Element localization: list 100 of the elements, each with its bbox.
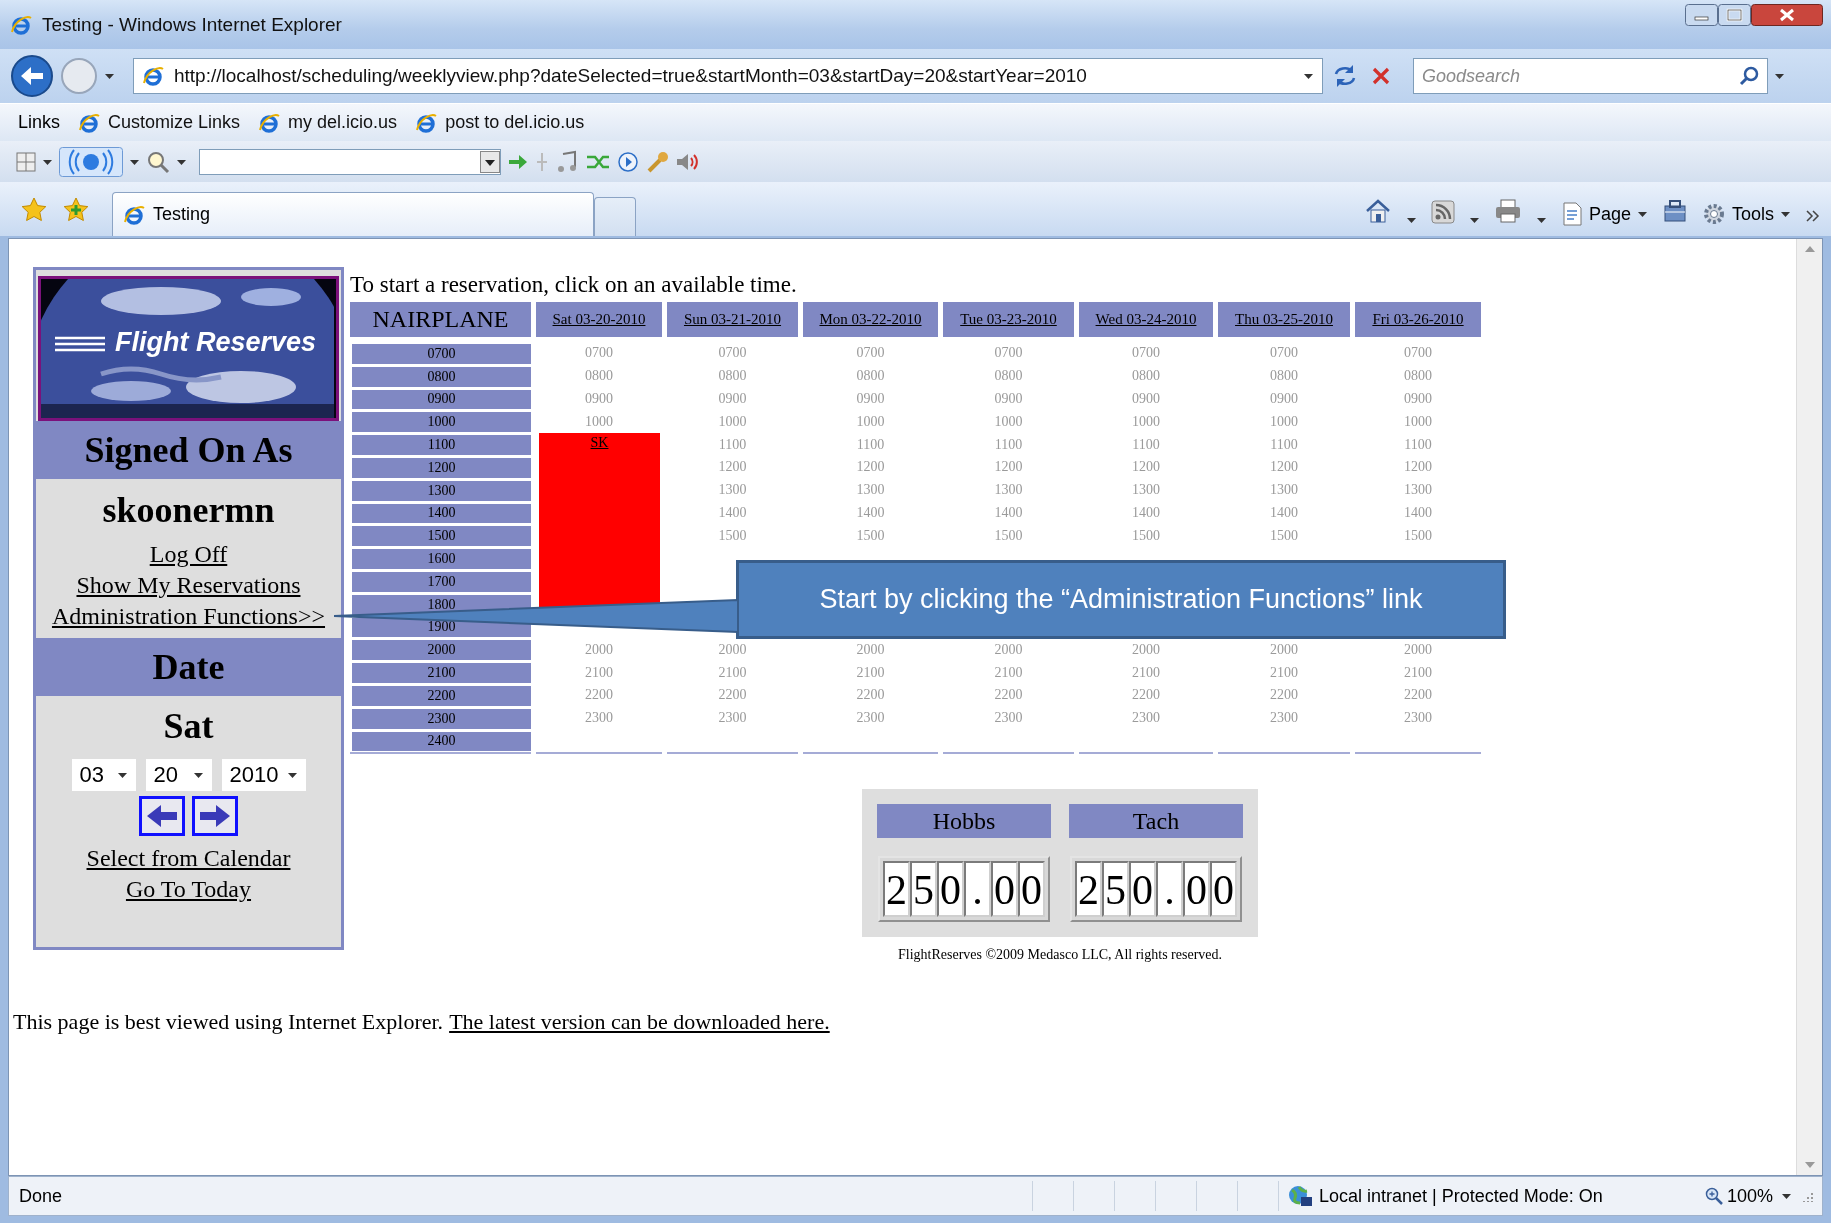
scrollbar[interactable] xyxy=(1796,239,1822,1175)
time-slot[interactable]: 2000 xyxy=(585,641,613,658)
time-slot[interactable]: 1400 xyxy=(1132,504,1160,521)
star-icon[interactable] xyxy=(20,196,48,224)
time-slot[interactable]: 1500 xyxy=(856,527,885,544)
time-slot[interactable]: 2300 xyxy=(1404,710,1432,727)
caret-icon[interactable] xyxy=(1405,216,1417,224)
caret-icon[interactable] xyxy=(104,72,115,80)
time-slot[interactable]: 0800 xyxy=(1270,368,1298,385)
time-slot[interactable]: 2200 xyxy=(856,687,885,704)
dropdown-field[interactable] xyxy=(199,148,501,175)
next-button[interactable] xyxy=(192,796,238,836)
time-slot[interactable]: 1400 xyxy=(856,504,885,521)
time-slot[interactable]: 0800 xyxy=(856,368,885,385)
search-field[interactable]: Goodsearch xyxy=(1422,62,1739,90)
time-slot[interactable]: 1400 xyxy=(718,504,747,521)
time-slot[interactable]: 1400 xyxy=(994,504,1023,521)
time-slot[interactable]: 2000 xyxy=(718,641,747,658)
time-slot[interactable]: 0900 xyxy=(994,391,1023,407)
time-slot[interactable]: 2100 xyxy=(585,664,613,681)
menu-button[interactable]: Page xyxy=(1560,202,1648,226)
dropdown[interactable]: 2010 xyxy=(221,759,306,791)
tab[interactable]: Testing xyxy=(112,192,594,236)
reservation-link[interactable]: SK xyxy=(590,435,609,452)
time-slot[interactable]: 0900 xyxy=(856,391,885,407)
time-slot[interactable]: 0900 xyxy=(1404,391,1432,407)
time-slot[interactable]: 0700 xyxy=(1270,345,1298,362)
day-link[interactable]: Sun 03-21-2010 xyxy=(683,311,782,328)
time-slot[interactable]: 2200 xyxy=(1270,687,1298,704)
time-slot[interactable]: 2300 xyxy=(856,710,885,727)
caret-icon[interactable] xyxy=(1781,1192,1792,1200)
toolbox-icon[interactable] xyxy=(1661,198,1688,224)
time-slot[interactable]: 2000 xyxy=(856,641,885,658)
time-slot[interactable]: 1200 xyxy=(856,459,885,476)
time-slot[interactable]: 1100 xyxy=(1132,436,1160,453)
link[interactable]: Go To Today xyxy=(125,874,252,905)
day-link[interactable]: Sat 03-20-2010 xyxy=(552,311,646,328)
time-slot[interactable]: 1000 xyxy=(1132,413,1160,430)
time-slot[interactable]: 0800 xyxy=(994,368,1023,385)
time-slot[interactable]: 0800 xyxy=(718,368,747,385)
scroll-down-icon[interactable] xyxy=(1803,1161,1816,1169)
time-slot[interactable]: 1500 xyxy=(1270,527,1298,544)
time-slot[interactable]: 1300 xyxy=(994,482,1023,499)
time-slot[interactable]: 0700 xyxy=(994,345,1023,362)
time-slot[interactable]: 2000 xyxy=(1132,641,1160,658)
dropdown[interactable]: 20 xyxy=(145,759,212,791)
time-slot[interactable]: 2200 xyxy=(718,687,747,704)
favorites-link[interactable]: my del.icio.us xyxy=(258,111,398,134)
caret-icon[interactable] xyxy=(129,157,140,166)
time-slot[interactable]: 2200 xyxy=(994,687,1023,704)
caret-icon[interactable] xyxy=(1468,216,1480,224)
time-slot[interactable]: 0800 xyxy=(585,368,613,385)
time-slot[interactable]: 1000 xyxy=(1404,413,1432,430)
time-slot[interactable]: 1200 xyxy=(1132,459,1160,476)
feed-icon[interactable] xyxy=(1430,200,1455,224)
time-slot[interactable]: 2100 xyxy=(1270,664,1298,681)
menu-button[interactable]: Tools xyxy=(1701,202,1791,226)
time-slot[interactable]: 1100 xyxy=(718,436,747,453)
time-slot[interactable]: 1100 xyxy=(856,436,885,453)
time-slot[interactable]: 1000 xyxy=(718,413,747,430)
time-slot[interactable]: 1400 xyxy=(1270,504,1298,521)
time-slot[interactable]: 2300 xyxy=(718,710,747,727)
time-slot[interactable]: 2000 xyxy=(994,641,1023,658)
time-slot[interactable]: 1300 xyxy=(1404,482,1432,499)
time-slot[interactable]: 1300 xyxy=(1132,482,1160,499)
time-slot[interactable]: 0700 xyxy=(856,345,885,362)
caret-icon[interactable] xyxy=(176,157,187,166)
caret-icon[interactable] xyxy=(1535,216,1547,224)
search-icon[interactable] xyxy=(146,149,170,174)
search-icon[interactable] xyxy=(1739,66,1759,86)
time-slot[interactable]: 2200 xyxy=(1404,687,1432,704)
time-slot[interactable]: 2100 xyxy=(1404,664,1432,681)
time-slot[interactable]: 1000 xyxy=(856,413,885,430)
time-slot[interactable]: 2000 xyxy=(1404,641,1432,658)
time-slot[interactable]: 0900 xyxy=(718,391,747,407)
link[interactable]: Show My Reservations xyxy=(76,570,301,601)
caret-icon[interactable] xyxy=(42,157,53,166)
day-link[interactable]: Wed 03-24-2010 xyxy=(1095,311,1197,328)
time-slot[interactable]: 1200 xyxy=(994,459,1023,476)
time-slot[interactable]: 2000 xyxy=(1270,641,1298,658)
search-box[interactable]: Goodsearch xyxy=(1413,58,1768,94)
day-link[interactable]: Fri 03-26-2010 xyxy=(1372,311,1464,328)
time-slot[interactable]: 1100 xyxy=(994,436,1023,453)
time-slot[interactable]: 1200 xyxy=(718,459,747,476)
favorites-link[interactable]: post to del.icio.us xyxy=(415,111,585,134)
time-slot[interactable]: 1500 xyxy=(1132,527,1160,544)
time-slot[interactable]: 2200 xyxy=(585,687,613,704)
time-slot[interactable]: 1200 xyxy=(1404,459,1432,476)
time-slot[interactable]: 1500 xyxy=(1404,527,1432,544)
time-slot[interactable]: 1300 xyxy=(718,482,747,499)
time-slot[interactable]: 0800 xyxy=(1404,368,1432,385)
time-slot[interactable]: 0700 xyxy=(1404,345,1432,362)
music-note-icon[interactable] xyxy=(555,149,579,174)
printer-icon[interactable] xyxy=(1493,198,1522,224)
time-slot[interactable]: 1000 xyxy=(585,413,613,430)
time-slot[interactable]: 1000 xyxy=(994,413,1023,430)
chevron-icon[interactable] xyxy=(1805,208,1821,224)
reservation-block[interactable]: SK xyxy=(539,433,660,610)
grid-icon[interactable] xyxy=(16,151,36,172)
time-slot[interactable]: 1500 xyxy=(718,527,747,544)
